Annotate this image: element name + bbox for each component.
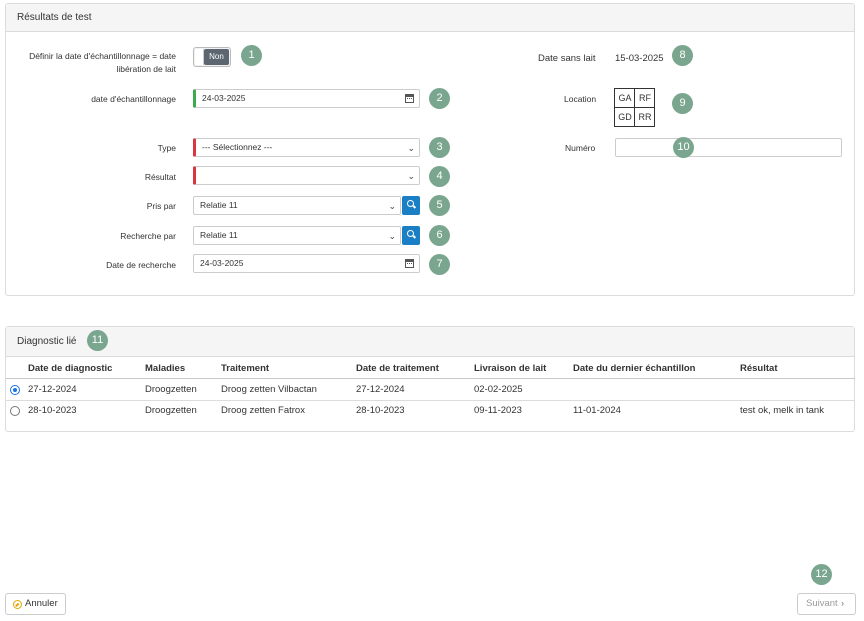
cancel-icon [13,600,22,609]
type-label: Type [157,143,176,153]
location-cell-ga[interactable]: GA [615,89,635,108]
chevron-down-icon: ⌄ [388,231,396,241]
location-cell-rf[interactable]: RF [635,89,655,108]
row2-treatment: Droog zetten Fatrox [221,405,305,416]
calendar-icon[interactable] [405,259,414,268]
row2-treatment-date: 28-10-2023 [356,405,405,416]
sampling-date-toggle[interactable]: Non [193,47,231,67]
searched-by-select[interactable]: Relatie 11 ⌄ [193,226,401,245]
sampling-date-value: 24-03-2025 [202,93,246,103]
sampling-toggle-label-2: libération de lait [116,64,176,74]
sampling-date-input[interactable]: 24-03-2025 [193,89,420,108]
chevron-down-icon: ⌄ [407,171,415,181]
calendar-icon[interactable] [405,94,414,103]
col-diagnosis-date: Date de diagnostic [28,363,113,374]
annotation-badge-1: 1 [241,45,262,66]
number-label: Numéro [565,143,596,153]
location-cell-gd[interactable]: GD [615,108,635,127]
annotation-badge-2: 2 [429,88,450,109]
next-button[interactable]: Suivant › [797,593,856,615]
annotation-badge-9: 9 [672,93,693,114]
row2-result: test ok, melk in tank [740,405,824,416]
cancel-label: Annuler [25,598,58,609]
row1-milk-delivery: 02-02-2025 [474,384,523,395]
col-milk-delivery: Livraison de lait [474,363,547,374]
toggle-knob [195,49,204,65]
toggle-state: Non [204,49,229,65]
chevron-down-icon: ⌄ [388,201,396,211]
taken-by-select[interactable]: Relatie 11 ⌄ [193,196,401,215]
row1-treatment: Droog zetten Vilbactan [221,384,317,395]
annotation-badge-7: 7 [429,254,450,275]
table-header-bottom-rule [6,378,855,379]
row2-disease: Droogzetten [145,405,197,416]
next-label: Suivant [806,598,838,609]
cancel-button[interactable]: Annuler [5,593,66,615]
taken-by-search-button[interactable] [402,196,420,215]
col-treatment-date: Date de traitement [356,363,439,374]
search-date-value: 24-03-2025 [200,258,244,268]
searched-by-label: Recherche par [120,231,176,241]
chevron-down-icon: ⌄ [407,143,415,153]
annotation-badge-12: 12 [811,564,832,585]
col-diseases: Maladies [145,363,186,374]
col-result: Résultat [740,363,778,374]
milk-free-date-value: 15-03-2025 [615,53,664,64]
chevron-right-icon: › [841,598,845,609]
location-grid: GA RF GD RR [614,88,655,127]
annotation-badge-8: 8 [672,45,693,66]
result-select[interactable]: ⌄ [193,166,420,185]
sampling-toggle-label-1: Définir la date d'échantillonnage = date [29,51,176,61]
number-input[interactable] [615,138,842,157]
row2-milk-delivery: 09-11-2023 [474,405,522,416]
row2-diagnosis-date: 28-10-2023 [28,405,77,416]
search-icon [407,230,414,237]
row1-diagnosis-date: 27-12-2024 [28,384,77,395]
annotation-badge-5: 5 [429,195,450,216]
milk-free-date-label: Date sans lait [538,53,596,64]
row2-last-sample-date: 11-01-2024 [573,405,621,416]
location-label: Location [564,94,597,104]
test-results-title: Résultats de test [6,4,854,32]
row-select-radio[interactable] [10,406,20,416]
col-last-sample-date: Date du dernier échantillon [573,363,696,374]
row1-treatment-date: 27-12-2024 [356,384,405,395]
search-date-label: Date de recherche [106,260,176,270]
searched-by-value: Relatie 11 [200,230,238,240]
annotation-badge-10: 10 [673,137,694,158]
search-icon [407,200,414,207]
table-header-top-rule [6,356,855,357]
annotation-badge-6: 6 [429,225,450,246]
row1-disease: Droogzetten [145,384,197,395]
diagnosis-title: Diagnostic lié [6,327,854,357]
taken-by-value: Relatie 11 [200,200,238,210]
searched-by-search-button[interactable] [402,226,420,245]
annotation-badge-4: 4 [429,166,450,187]
location-cell-rr[interactable]: RR [635,108,655,127]
diagnosis-panel: Diagnostic lié [5,326,855,432]
taken-by-label: Pris par [146,201,176,211]
col-treatment: Traitement [221,363,270,374]
search-date-input[interactable]: 24-03-2025 [193,254,420,273]
annotation-badge-3: 3 [429,137,450,158]
result-label: Résultat [144,172,176,182]
sampling-date-label: date d'échantillonnage [91,94,176,104]
type-select-value: --- Sélectionnez --- [202,142,273,152]
row-select-radio[interactable] [10,385,20,395]
annotation-badge-11: 11 [87,330,108,351]
row-divider [6,400,855,401]
type-select[interactable]: --- Sélectionnez --- ⌄ [193,138,420,157]
